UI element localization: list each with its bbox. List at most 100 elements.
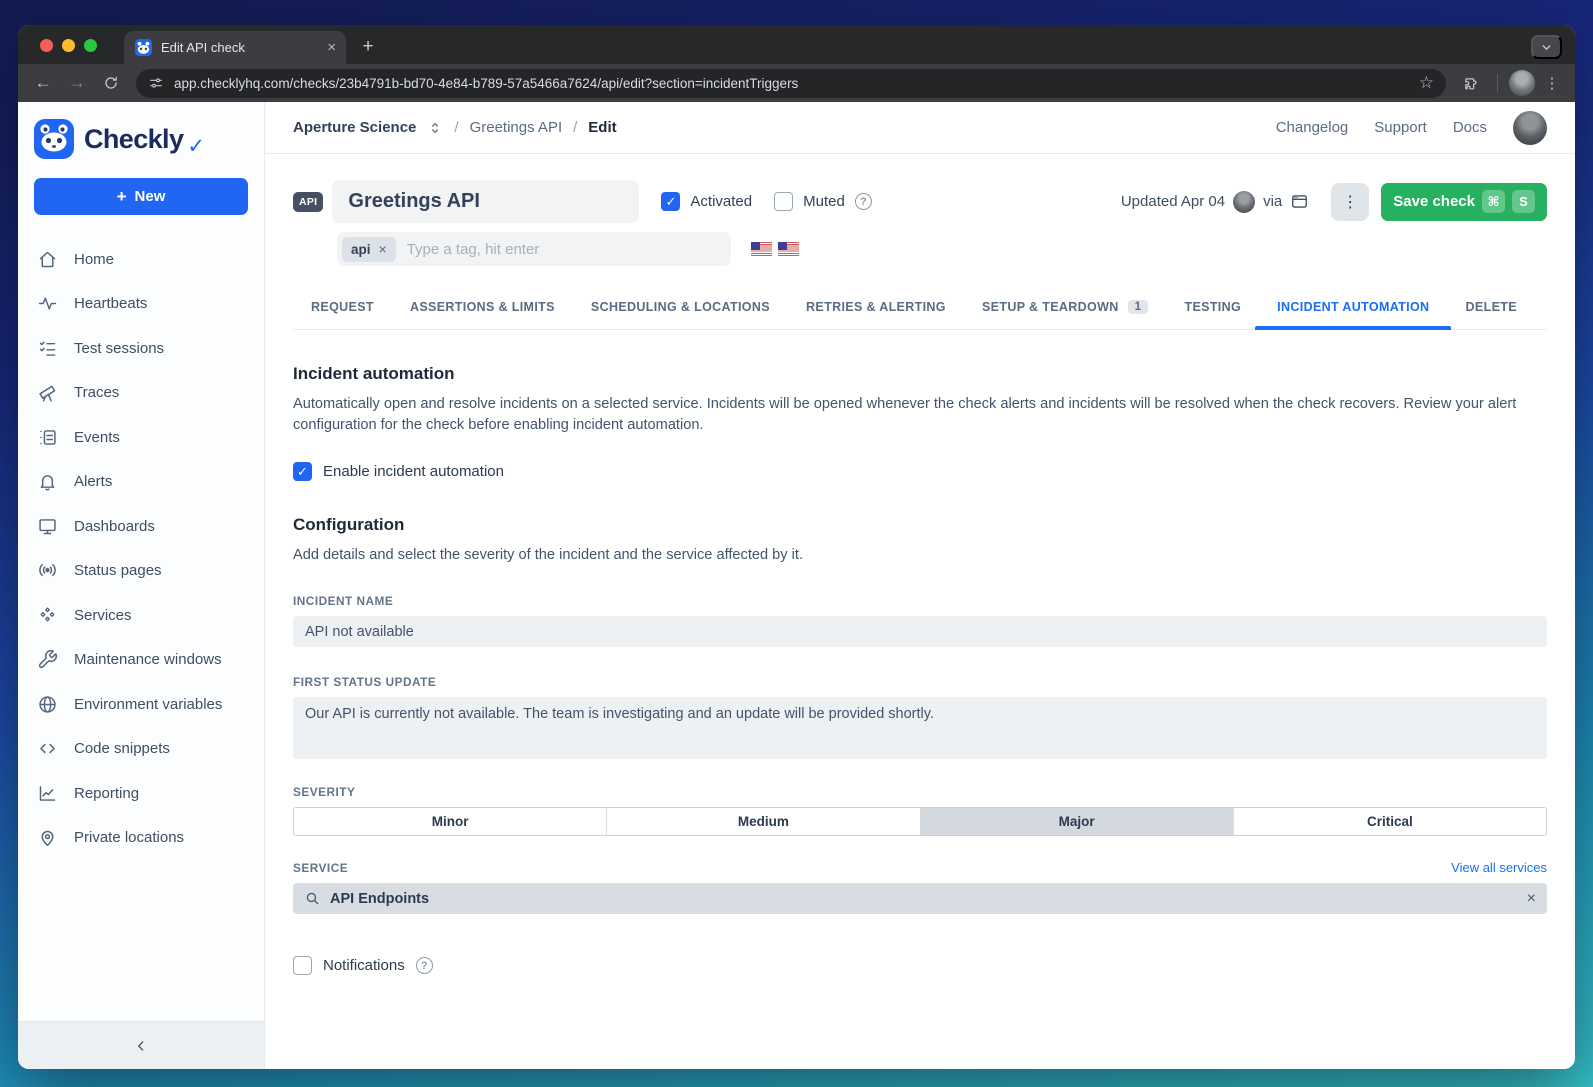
brand[interactable]: Checkly ✓ <box>18 102 264 172</box>
sidebar-item-alerts[interactable]: Alerts <box>18 460 264 505</box>
tab-scheduling-locations[interactable]: SCHEDULING & LOCATIONS <box>589 290 772 329</box>
sidebar-item-test-sessions[interactable]: Test sessions <box>18 326 264 371</box>
minimize-window-button[interactable] <box>62 39 75 52</box>
check-icon: ✓ <box>297 464 308 480</box>
tab-incident-automation[interactable]: INCIDENT AUTOMATION <box>1275 290 1431 329</box>
first-status-update-textarea[interactable]: Our API is currently not available. The … <box>293 697 1547 759</box>
forward-button[interactable]: → <box>62 68 92 98</box>
section-description: Automatically open and resolve incidents… <box>293 394 1543 436</box>
sidebar-collapse-button[interactable] <box>18 1021 264 1069</box>
service-select[interactable]: API Endpoints × <box>293 883 1547 914</box>
sidebar-item-label: Maintenance windows <box>74 651 222 668</box>
sidebar-item-services[interactable]: Services <box>18 593 264 638</box>
tag-chip[interactable]: api × <box>342 237 396 262</box>
sidebar-item-heartbeats[interactable]: Heartbeats <box>18 282 264 327</box>
zoom-window-button[interactable] <box>84 39 97 52</box>
checkly-logo-icon <box>34 119 74 159</box>
checkly-app: Checkly ✓ + New Home Heartbeats <box>18 102 1575 1069</box>
more-options-button[interactable]: ⋮ <box>1331 183 1369 221</box>
tab-testing[interactable]: TESTING <box>1182 290 1243 329</box>
enable-incident-checkbox[interactable]: ✓ <box>293 462 312 481</box>
tag-row: api × <box>337 232 1547 266</box>
sidebar-item-traces[interactable]: Traces <box>18 371 264 416</box>
search-icon <box>304 890 321 907</box>
tab-retries-alerting[interactable]: RETRIES & ALERTING <box>804 290 948 329</box>
account-switcher-sort-icon[interactable] <box>427 120 443 136</box>
back-button[interactable]: ← <box>28 68 58 98</box>
sidebar-item-private-locations[interactable]: Private locations <box>18 816 264 861</box>
activated-checkbox[interactable]: ✓ <box>661 192 680 211</box>
first-status-update-label: FIRST STATUS UPDATE <box>293 675 1547 689</box>
breadcrumb: Aperture Science / Greetings API / Edit <box>293 119 617 136</box>
service-header: SERVICE View all services <box>293 860 1547 875</box>
muted-checkbox[interactable] <box>774 192 793 211</box>
severity-label: SEVERITY <box>293 785 1547 799</box>
changelog-link[interactable]: Changelog <box>1276 119 1349 136</box>
user-avatar[interactable] <box>1513 111 1547 145</box>
service-label: SERVICE <box>293 861 348 875</box>
sidebar-item-environment-variables[interactable]: Environment variables <box>18 682 264 727</box>
bookmark-star-icon[interactable]: ☆ <box>1419 73 1434 93</box>
sidebar-item-code-snippets[interactable]: Code snippets <box>18 727 264 772</box>
view-all-services-link[interactable]: View all services <box>1451 860 1547 875</box>
reload-button[interactable] <box>96 68 126 98</box>
heartbeat-icon <box>36 293 58 314</box>
chevron-down-icon <box>1540 41 1553 54</box>
sidebar-item-status-pages[interactable]: Status pages <box>18 549 264 594</box>
site-settings-icon[interactable] <box>148 75 164 91</box>
tab-close-icon[interactable]: × <box>327 40 336 55</box>
new-button[interactable]: + New <box>34 178 248 215</box>
new-tab-button[interactable]: + <box>354 33 382 61</box>
save-check-button[interactable]: Save check ⌘ S <box>1381 183 1547 221</box>
tag-input-box[interactable]: api × <box>337 232 731 266</box>
bell-icon <box>36 471 58 492</box>
notifications-checkbox[interactable] <box>293 956 312 975</box>
check-name-input[interactable] <box>332 180 639 223</box>
tab-request[interactable]: REQUEST <box>309 290 376 329</box>
severity-option-medium[interactable]: Medium <box>606 808 919 835</box>
severity-option-major[interactable]: Major <box>920 808 1233 835</box>
chart-icon <box>36 783 58 804</box>
browser-menu-button[interactable]: ⋮ <box>1539 73 1565 93</box>
address-bar[interactable]: app.checklyhq.com/checks/23b4791b-bd70-4… <box>136 69 1446 98</box>
notifications-help-icon[interactable]: ? <box>416 957 433 974</box>
url-text[interactable]: app.checklyhq.com/checks/23b4791b-bd70-4… <box>174 76 1409 91</box>
sidebar-item-label: Events <box>74 429 120 446</box>
docs-link[interactable]: Docs <box>1453 119 1487 136</box>
sidebar-item-home[interactable]: Home <box>18 237 264 282</box>
sidebar-item-maintenance-windows[interactable]: Maintenance windows <box>18 638 264 683</box>
tab-delete[interactable]: DELETE <box>1464 290 1519 329</box>
remove-tag-icon[interactable]: × <box>379 241 387 257</box>
new-button-label: New <box>135 188 166 205</box>
browser-toolbar: ← → app.checklyhq.com/checks/23b4791b-bd… <box>18 64 1575 102</box>
tag-input[interactable] <box>405 240 726 259</box>
event-list-icon <box>36 427 58 448</box>
extensions-button[interactable] <box>1456 68 1486 98</box>
tab-assertions-limits[interactable]: ASSERTIONS & LIMITS <box>408 290 557 329</box>
browser-profile-avatar[interactable] <box>1509 70 1535 96</box>
severity-option-minor[interactable]: Minor <box>294 808 606 835</box>
severity-option-critical[interactable]: Critical <box>1233 808 1546 835</box>
notifications-label: Notifications <box>323 957 405 974</box>
activated-label: Activated <box>690 193 752 210</box>
broadcast-icon <box>36 560 58 581</box>
monitor-icon <box>36 516 58 537</box>
toolbar-divider <box>1497 74 1498 92</box>
tab-setup-teardown[interactable]: SETUP & TEARDOWN 1 <box>980 290 1150 329</box>
tab-search-button[interactable] <box>1531 35 1562 59</box>
support-link[interactable]: Support <box>1374 119 1427 136</box>
sidebar-item-events[interactable]: Events <box>18 415 264 460</box>
incident-name-input[interactable] <box>293 616 1547 647</box>
check-tabs: REQUEST ASSERTIONS & LIMITS SCHEDULING &… <box>293 290 1547 330</box>
browser-window: Edit API check × + ← → app.checklyhq.com… <box>18 25 1575 1069</box>
sidebar-item-label: Reporting <box>74 785 139 802</box>
sidebar-item-reporting[interactable]: Reporting <box>18 771 264 816</box>
breadcrumb-check-link[interactable]: Greetings API <box>470 119 563 136</box>
sidebar-item-dashboards[interactable]: Dashboards <box>18 504 264 549</box>
account-switcher[interactable]: Aperture Science <box>293 119 416 136</box>
sidebar-item-label: Private locations <box>74 829 184 846</box>
close-window-button[interactable] <box>40 39 53 52</box>
muted-help-icon[interactable]: ? <box>855 193 872 210</box>
clear-service-icon[interactable]: × <box>1527 891 1536 907</box>
browser-tab[interactable]: Edit API check × <box>124 31 346 64</box>
